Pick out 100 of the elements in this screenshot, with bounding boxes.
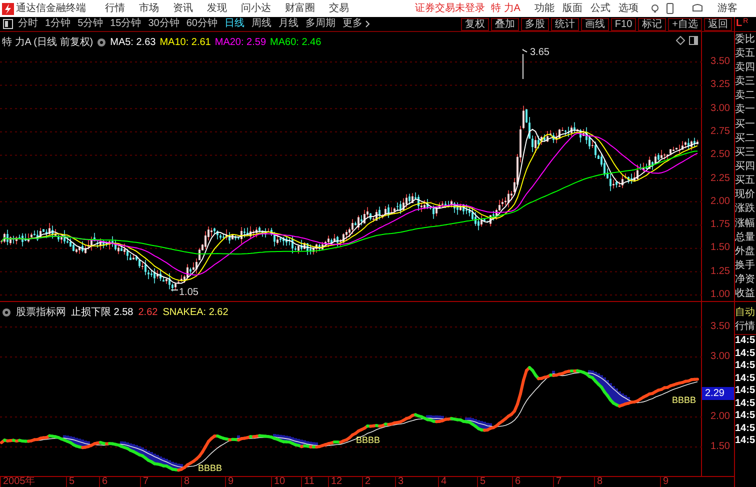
period-tab[interactable]: 1分钟 [45, 18, 71, 30]
price-axis-label: 1.25 [710, 266, 730, 277]
panel-icon[interactable] [689, 36, 698, 45]
chart-title: 特 力A (日线 前复权) [2, 36, 94, 50]
time-axis-label: 4 [438, 477, 447, 487]
quote-label: 买四 [735, 160, 756, 172]
trade-time: 14:5 [735, 422, 756, 435]
menu-item[interactable]: 功能 [534, 1, 554, 16]
price-axis-label: 1.50 [710, 442, 730, 452]
time-axis-label: 12 [328, 477, 342, 487]
quote-label: 卖四 [735, 62, 756, 73]
indicator-reading: SNAKEA: 2.62 [162, 306, 228, 320]
panel-toggle-icon[interactable] [3, 19, 13, 29]
quote-label: 卖一 [735, 104, 756, 116]
ma-reading: MA10: 2.61 [160, 36, 211, 50]
quote-label: 外盘 [735, 246, 756, 257]
period-tab[interactable]: 更多 [342, 18, 370, 30]
price-axis-label: 2.00 [710, 196, 730, 207]
low-price-label: 1.05 [179, 286, 198, 300]
toolbar-button[interactable]: 画线 [580, 18, 609, 30]
quote-label: 现价 [735, 189, 756, 200]
trade-time: 14:5 [735, 385, 756, 398]
price-axis-label: 3.00 [710, 104, 730, 114]
high-price-leader-line [522, 48, 528, 80]
settings-icon[interactable] [97, 38, 106, 47]
time-axis-label: 5 [477, 477, 486, 487]
toolbar-button[interactable]: 叠加 [490, 18, 519, 30]
period-tab[interactable]: 多周期 [306, 18, 336, 30]
price-axis-label: 3.00 [710, 352, 730, 362]
price-axis-label: 2.25 [710, 174, 730, 184]
period-tab[interactable]: 月线 [278, 18, 298, 30]
panel-letter: L [736, 18, 742, 29]
quote-label: 委比 [735, 34, 756, 45]
quote-label: 换手 [735, 260, 756, 272]
price-axis-label: 2.50 [710, 150, 730, 160]
stock-name: 特 力A [491, 2, 520, 16]
chevron-right-icon [364, 20, 370, 28]
toolbar-button[interactable]: 统计 [550, 18, 579, 30]
period-tab[interactable]: 30分钟 [148, 18, 180, 30]
period-tab[interactable]: 周线 [252, 18, 272, 30]
high-price-label: 3.65 [530, 46, 550, 60]
menu-item[interactable]: 交易 [329, 1, 349, 16]
quote-label: 涨跌 [735, 203, 756, 214]
indicator-title: 股票指标网 [16, 306, 66, 320]
period-tab[interactable]: 60分钟 [186, 18, 218, 30]
quote-label: 卖五 [735, 48, 756, 59]
menu-item[interactable]: 问小达 [241, 1, 271, 16]
toolbar-button[interactable]: 返回 [704, 18, 732, 30]
trade-time: 14:5 [735, 348, 756, 360]
user-label[interactable]: 游客 [717, 1, 738, 16]
quote-label: 卖三 [735, 76, 756, 88]
toolbar-button[interactable]: +自选 [668, 18, 702, 30]
time-axis-label: 9 [225, 477, 234, 487]
menu-item[interactable]: 财富圈 [285, 1, 315, 16]
time-axis-label: 7 [553, 477, 562, 487]
price-axis-label: 1.75 [710, 220, 730, 230]
price-axis-label: 1.50 [710, 243, 730, 254]
time-axis-label: 6 [512, 477, 521, 487]
toolbar-button[interactable]: F10 [610, 18, 636, 30]
quote-label: 卖二 [735, 90, 756, 102]
time-axis-label: 6 [99, 477, 108, 487]
diamond-icon[interactable] [676, 36, 685, 45]
quote-label: 买一 [735, 118, 756, 130]
menu-item[interactable]: 发现 [207, 1, 227, 16]
quote-label: 总量 [735, 232, 756, 243]
menu-item[interactable]: 资讯 [173, 1, 193, 16]
price-axis-label: 3.50 [710, 57, 730, 67]
toolbar-button[interactable]: 复权 [460, 18, 489, 30]
quote-label: 买三 [735, 146, 756, 158]
quote-label: 收益 [735, 288, 756, 300]
ma-reading: MA20: 2.59 [214, 36, 266, 50]
period-tab[interactable]: 日线 [224, 18, 244, 30]
time-axis-label: 8 [594, 477, 603, 487]
quote-label: 涨幅 [735, 218, 756, 229]
price-axis-label: 1.00 [710, 290, 730, 300]
indicator-reading: 2.62 [138, 306, 158, 320]
toolbar-button[interactable]: 标记 [638, 18, 666, 30]
period-tab[interactable]: 15分钟 [110, 18, 142, 30]
quote-label: 买二 [735, 132, 756, 144]
trade-time: 14:5 [735, 410, 756, 422]
trade-time: 14:5 [735, 435, 756, 448]
ma-reading: MA60: 2.46 [270, 36, 322, 50]
menu-item[interactable]: 公式 [590, 1, 610, 16]
period-tab[interactable]: 分时 [18, 18, 38, 30]
settings-icon[interactable] [2, 308, 11, 317]
trade-time: 14:5 [735, 335, 756, 348]
time-axis-label: 7 [140, 477, 149, 487]
quote-label: 买五 [735, 175, 756, 186]
lightbulb-icon[interactable] [650, 4, 660, 14]
time-axis-label: 9 [660, 477, 669, 487]
phone-icon[interactable] [666, 3, 674, 14]
mode-label[interactable]: 自动 [735, 306, 756, 320]
period-tab[interactable]: 5分钟 [78, 18, 104, 30]
menu-item[interactable]: 行情 [105, 1, 125, 16]
menu-item[interactable]: 市场 [139, 1, 159, 16]
menu-item[interactable]: 版面 [562, 1, 582, 16]
menu-item[interactable]: 选项 [618, 1, 638, 16]
time-axis-label: 2 [362, 477, 371, 487]
login-status: 证券交易未登录 [415, 2, 485, 16]
toolbar-button[interactable]: 多股 [520, 18, 549, 30]
